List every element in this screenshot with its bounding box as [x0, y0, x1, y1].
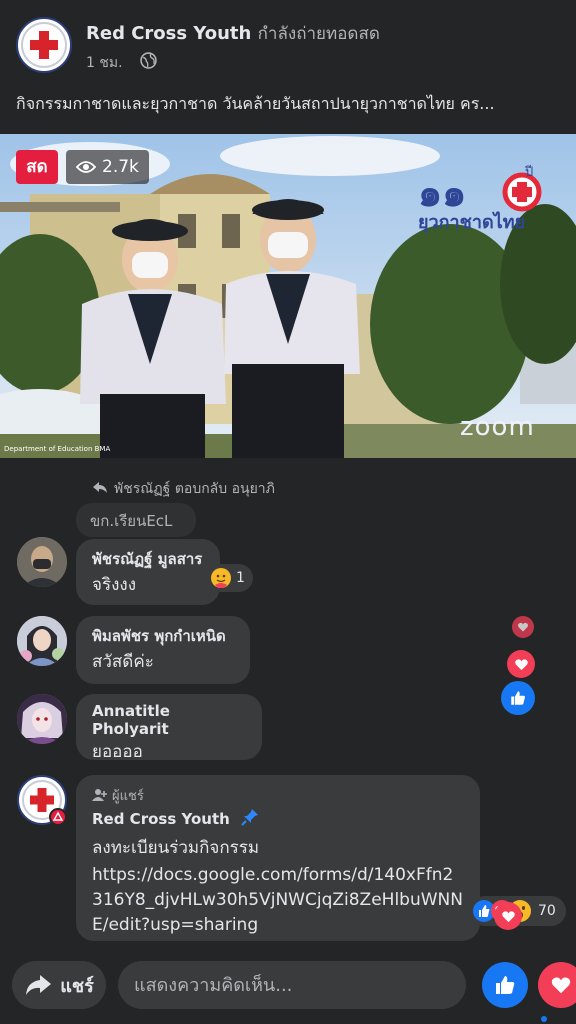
quoted-comment[interactable]: ขก.เรียนEcL: [76, 503, 196, 537]
avatar[interactable]: [17, 537, 67, 587]
heart-icon: [501, 910, 515, 922]
page-avatar[interactable]: [16, 17, 72, 73]
reply-arrow-icon: [93, 482, 107, 493]
page-name[interactable]: Red Cross Youth กำลังถ่ายทอดสด: [86, 20, 380, 47]
share-label: แชร์: [60, 975, 94, 997]
registration-link[interactable]: https://docs.google.com/forms/d/140xFfn2…: [92, 863, 464, 938]
reaction-summary[interactable]: 1: [206, 564, 253, 592]
zoom-logo: zoom: [460, 412, 535, 442]
page-indicator-dot: [541, 1016, 547, 1022]
comment-bubble[interactable]: พัชรณัฏฐ์ มูลสาร จริงงง: [76, 539, 220, 605]
heart-icon: [551, 977, 571, 994]
share-arrow-icon: [26, 975, 52, 995]
video-watermark: Department of Education BMA: [4, 445, 111, 453]
comment-text: สวัสดีค่ะ: [92, 652, 154, 672]
commenter-name[interactable]: Annatitle Pholyarit: [92, 702, 246, 738]
viewer-count-badge: 2.7k: [66, 150, 149, 184]
commenter-name[interactable]: Red Cross Youth: [92, 808, 464, 828]
user-plus-icon: [92, 789, 107, 801]
globe-icon: [140, 52, 157, 69]
avatar[interactable]: [17, 694, 67, 744]
commenter-name-text[interactable]: Red Cross Youth: [92, 810, 230, 828]
admin-badge-icon: [49, 808, 67, 826]
comment-text: จริงงง: [92, 575, 136, 595]
comment-bubble[interactable]: Annatitle Pholyarit ยออออ: [76, 694, 262, 762]
post-time[interactable]: 1 ชม.: [86, 52, 123, 74]
sharer-role-text: ผู้แชร์: [112, 789, 144, 804]
share-button[interactable]: แชร์: [12, 961, 106, 1009]
user-avatar-photo: [17, 616, 67, 666]
floating-love-reaction: [494, 902, 522, 930]
red-cross-logo-icon: [21, 22, 67, 68]
comment-bubble[interactable]: ผู้แชร์ Red Cross Youth ลงทะเบียนร่วมกิจ…: [76, 775, 480, 941]
live-badge: สด: [16, 150, 58, 184]
heart-icon: [514, 658, 528, 670]
like-reaction-button[interactable]: [482, 962, 528, 1008]
svg-text:ยุวกาชาดไทย: ยุวกาชาดไทย: [418, 211, 525, 234]
thumbs-up-icon: [496, 976, 515, 994]
comment-bubble[interactable]: พิมลพัชร พุกกำเหนิด สวัสดีค่ะ: [76, 616, 250, 684]
reply-label-text: พัชรณัฏฐ์ ตอบกลับ อนุยาภิ: [114, 481, 275, 497]
reaction-count: 70: [538, 903, 556, 919]
viewer-count: 2.7k: [102, 157, 139, 177]
love-reaction-button[interactable]: [538, 962, 576, 1008]
comment-text: ยออออ: [92, 742, 143, 762]
sharer-role: ผู้แชร์: [92, 785, 464, 806]
comment-input[interactable]: [118, 961, 466, 1009]
floating-love-reaction: [512, 616, 534, 638]
svg-text:ปี: ปี: [524, 164, 533, 180]
eye-icon: [76, 161, 96, 173]
avatar[interactable]: [17, 616, 67, 666]
user-avatar-photo: [17, 694, 67, 744]
comment-text: ลงทะเบียนร่วมกิจกรรม: [92, 838, 260, 858]
svg-text:๑๑: ๑๑: [418, 171, 466, 215]
heart-icon: [518, 622, 528, 632]
pin-icon: [241, 809, 259, 826]
commenter-name[interactable]: พิมลพัชร พุกกำเหนิด: [92, 624, 234, 648]
post-caption[interactable]: กิจกรรมกาชาดและยุวกาชาด วันคล้ายวันสถาปน…: [16, 92, 564, 117]
reply-label[interactable]: พัชรณัฏฐ์ ตอบกลับ อนุยาภิ: [92, 478, 275, 500]
reaction-count: 1: [236, 570, 245, 586]
page-name-text[interactable]: Red Cross Youth: [86, 23, 251, 44]
floating-like-reaction: [501, 681, 535, 715]
commenter-name[interactable]: พัชรณัฏฐ์ มูลสาร: [92, 547, 204, 571]
care-reaction-icon: [211, 568, 231, 588]
floating-love-reaction: [507, 650, 535, 678]
user-avatar-photo: [17, 537, 67, 587]
live-status-text: กำลังถ่ายทอดสด: [257, 24, 380, 44]
thumbs-up-icon: [511, 691, 525, 705]
